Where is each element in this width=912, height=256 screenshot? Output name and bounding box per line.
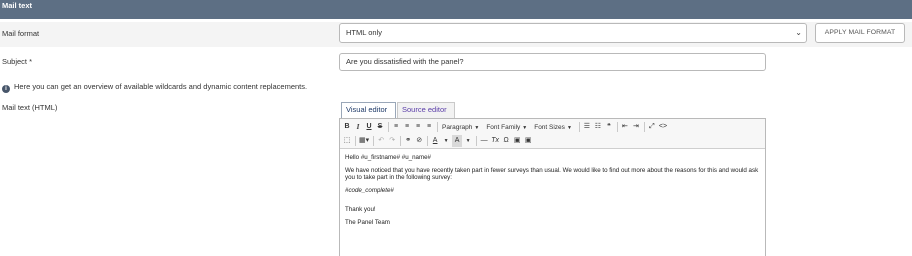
font-family-dropdown[interactable]: Font Family ▼ xyxy=(484,124,529,131)
tab-source-editor[interactable]: Source editor xyxy=(397,102,455,118)
select-all-icon[interactable]: ⬚ xyxy=(342,135,352,147)
caret-down-icon: ▼ xyxy=(474,124,480,131)
section-title: Mail text xyxy=(2,1,33,10)
chevron-down-icon: ⌄ xyxy=(795,28,802,37)
toolbar-divider xyxy=(578,122,580,132)
info-line: i Here you can get an overview of availab… xyxy=(2,82,307,93)
signature-line: The Panel Team xyxy=(345,219,390,226)
mail-format-value: HTML only xyxy=(346,28,382,37)
info-text: Here you can get an overview of availabl… xyxy=(14,82,308,91)
caret-down-icon[interactable]: ▼ xyxy=(463,135,473,147)
toolbar-row-2: ⬚ ▦▾ ↶ ↷ ⚭ ⊘ A ▼ A ▼ — Tx Ω ▣ ▣ xyxy=(342,134,534,148)
caret-down-icon[interactable]: ▼ xyxy=(441,135,451,147)
toolbar-divider xyxy=(400,136,402,146)
section-header: Mail text xyxy=(0,0,912,19)
link-icon[interactable]: ⚭ xyxy=(403,135,413,147)
redo-icon[interactable]: ↷ xyxy=(387,135,397,147)
toolbar-divider xyxy=(355,136,356,146)
image-icon[interactable]: ▣ xyxy=(512,135,522,147)
align-justify-icon[interactable]: ≡ xyxy=(424,121,434,133)
info-icon: i xyxy=(2,85,10,93)
outdent-icon[interactable]: ⇤ xyxy=(620,121,630,133)
editor-content[interactable]: Hello #u_firstname# #u_name# We have not… xyxy=(345,154,760,232)
undo-icon[interactable]: ↶ xyxy=(376,135,386,147)
table-icon[interactable]: ▦▾ xyxy=(358,135,370,147)
editor-toolbar: B I U S ≡ ≡ ≡ ≡ Paragraph ▼ Font Family ▼ … xyxy=(340,119,765,149)
toolbar-divider xyxy=(616,122,618,132)
tab-visual-editor[interactable]: Visual editor xyxy=(341,102,396,118)
toolbar-divider xyxy=(437,122,438,132)
clear-format-icon[interactable]: Tx xyxy=(490,135,500,147)
apply-mail-format-button[interactable]: APPLY MAIL FORMAT xyxy=(815,23,905,43)
bold-button[interactable]: B xyxy=(342,121,352,133)
wildcard-code: #code_complete# xyxy=(345,187,394,194)
blockquote-icon[interactable]: ❝ xyxy=(604,121,614,133)
font-sizes-dropdown-label: Font Sizes xyxy=(534,123,565,131)
horizontal-rule-icon[interactable]: — xyxy=(479,135,489,147)
toolbar-row-1: B I U S ≡ ≡ ≡ ≡ Paragraph ▼ Font Family ▼ … xyxy=(342,120,669,134)
thanks-line: Thank you! xyxy=(345,206,376,213)
paragraph-dropdown-label: Paragraph xyxy=(442,123,473,131)
mail-text-label: Mail text (HTML) xyxy=(2,103,58,112)
mail-format-label: Mail format xyxy=(2,29,40,38)
toolbar-divider xyxy=(643,122,645,132)
background-color-icon[interactable]: A xyxy=(452,135,463,147)
toolbar-divider xyxy=(388,122,389,132)
strikethrough-button[interactable]: S xyxy=(375,121,385,133)
rich-text-editor: B I U S ≡ ≡ ≡ ≡ Paragraph ▼ Font Family ▼ … xyxy=(339,118,766,256)
toolbar-divider xyxy=(373,136,375,146)
font-color-icon[interactable]: A xyxy=(430,135,440,147)
underline-button[interactable]: U xyxy=(364,121,374,133)
toolbar-divider xyxy=(427,136,429,146)
subject-label: Subject * xyxy=(2,57,33,66)
align-left-icon[interactable]: ≡ xyxy=(391,121,401,133)
paragraph-dropdown[interactable]: Paragraph ▼ xyxy=(440,124,481,131)
greeting-line: Hello #u_firstname# #u_name# xyxy=(345,154,431,161)
body-paragraph: We have noticed that you have recently t… xyxy=(345,167,759,181)
font-family-dropdown-label: Font Family xyxy=(486,123,521,131)
italic-button[interactable]: I xyxy=(353,121,363,133)
font-sizes-dropdown[interactable]: Font Sizes ▼ xyxy=(532,124,574,131)
numbered-list-icon[interactable]: ☷ xyxy=(593,121,603,133)
caret-down-icon: ▼ xyxy=(522,124,528,131)
caret-down-icon: ▼ xyxy=(566,124,572,131)
mail-format-select[interactable]: HTML only ⌄ xyxy=(339,23,807,43)
subject-input[interactable]: Are you dissatisfied with the panel? xyxy=(339,53,766,71)
align-center-icon[interactable]: ≡ xyxy=(402,121,412,133)
fullscreen-icon[interactable]: ⤢ xyxy=(647,121,657,133)
code-icon[interactable]: <> xyxy=(658,121,668,133)
bullet-list-icon[interactable]: ☰ xyxy=(582,121,592,133)
align-right-icon[interactable]: ≡ xyxy=(413,121,423,133)
indent-icon[interactable]: ⇥ xyxy=(631,121,641,133)
special-char-icon[interactable]: Ω xyxy=(501,135,511,147)
toolbar-divider xyxy=(476,136,478,146)
media-icon[interactable]: ▣ xyxy=(523,135,533,147)
unlink-icon[interactable]: ⊘ xyxy=(414,135,424,147)
